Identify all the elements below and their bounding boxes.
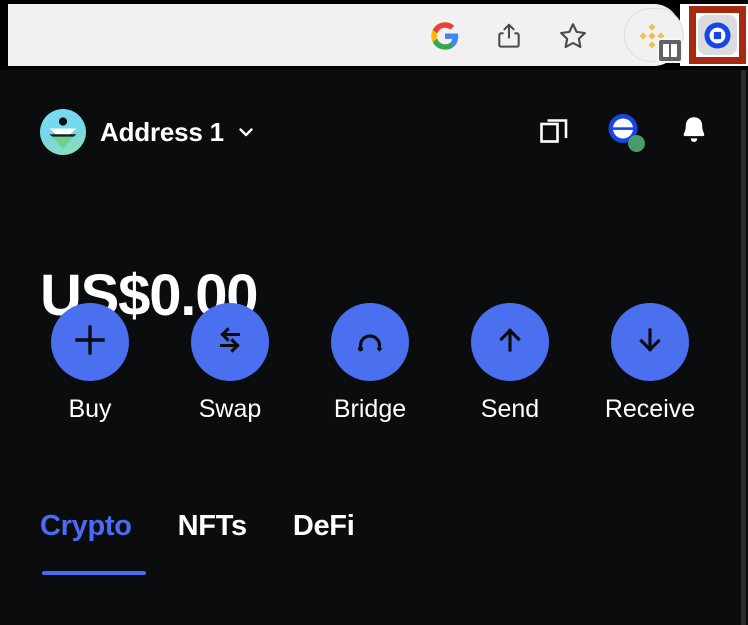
side-panel-badge-icon[interactable] xyxy=(657,38,683,63)
bridge-icon xyxy=(350,320,390,365)
network-selector-button[interactable] xyxy=(604,112,644,152)
network-status-dot xyxy=(628,135,645,152)
wallet-panel: Address 1 xyxy=(0,70,748,625)
tab-nfts-label: NFTs xyxy=(178,510,247,542)
google-icon[interactable] xyxy=(428,19,462,53)
send-button[interactable]: Send xyxy=(460,303,560,424)
swap-label: Swap xyxy=(199,395,262,424)
browser-toolbar xyxy=(0,0,748,70)
account-avatar xyxy=(40,109,86,155)
chevron-down-icon xyxy=(236,122,256,142)
copy-address-button[interactable] xyxy=(534,112,574,152)
send-button-circle xyxy=(471,303,549,381)
account-name: Address 1 xyxy=(100,117,224,148)
receive-button-circle xyxy=(611,303,689,381)
tab-defi-label: DeFi xyxy=(293,510,355,542)
bridge-label: Bridge xyxy=(334,395,406,424)
copy-icon xyxy=(537,113,571,152)
receive-button[interactable]: Receive xyxy=(600,303,700,424)
wallet-extension-icon xyxy=(703,21,732,50)
swap-button-circle xyxy=(191,303,269,381)
bookmark-star-icon[interactable] xyxy=(556,19,590,53)
plus-icon xyxy=(69,319,111,366)
notifications-button[interactable] xyxy=(674,112,714,152)
send-label: Send xyxy=(481,395,539,424)
quick-actions: Buy Swap xyxy=(40,303,700,424)
share-icon[interactable] xyxy=(492,19,526,53)
account-selector[interactable]: Address 1 xyxy=(40,102,256,162)
bridge-button[interactable]: Bridge xyxy=(320,303,420,424)
receive-label: Receive xyxy=(605,395,695,424)
header-actions xyxy=(534,102,714,162)
buy-button-circle xyxy=(51,303,129,381)
bridge-button-circle xyxy=(331,303,409,381)
tab-crypto[interactable]: Crypto xyxy=(40,510,132,575)
swap-button[interactable]: Swap xyxy=(180,303,280,424)
buy-label: Buy xyxy=(68,395,111,424)
tab-crypto-label: Crypto xyxy=(40,510,132,542)
tab-nfts[interactable]: NFTs xyxy=(178,510,247,575)
bell-icon xyxy=(678,114,710,151)
arrow-down-icon xyxy=(630,320,670,365)
wallet-header: Address 1 xyxy=(0,102,748,162)
app-screen: Address 1 xyxy=(0,0,748,625)
buy-button[interactable]: Buy xyxy=(40,303,140,424)
swap-arrows-icon xyxy=(210,320,250,365)
asset-tabs: Crypto NFTs DeFi xyxy=(40,510,354,575)
arrow-up-icon xyxy=(490,320,530,365)
tab-defi[interactable]: DeFi xyxy=(293,510,355,575)
